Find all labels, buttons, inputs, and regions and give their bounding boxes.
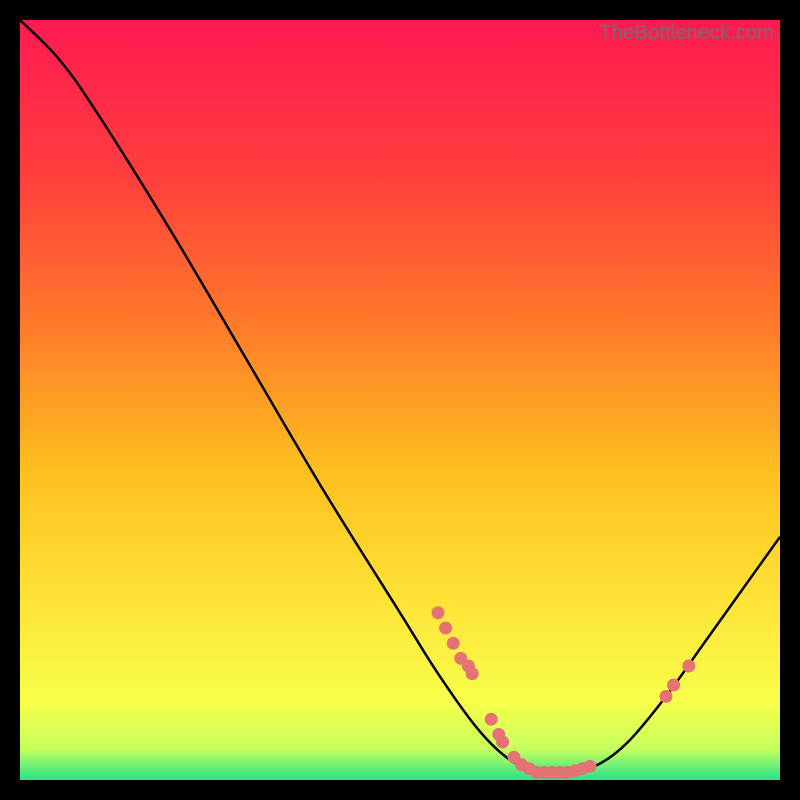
data-marker <box>584 760 597 773</box>
data-marker <box>466 667 479 680</box>
gradient-background <box>20 20 780 780</box>
bottleneck-chart <box>20 20 780 780</box>
data-marker <box>485 713 498 726</box>
data-marker <box>660 690 673 703</box>
plot-frame: TheBottleneck.com <box>20 20 780 780</box>
data-marker <box>496 736 509 749</box>
data-marker <box>682 660 695 673</box>
data-marker <box>432 606 445 619</box>
watermark-label: TheBottleneck.com <box>599 22 774 45</box>
data-marker <box>439 622 452 635</box>
data-marker <box>667 679 680 692</box>
data-marker <box>447 637 460 650</box>
